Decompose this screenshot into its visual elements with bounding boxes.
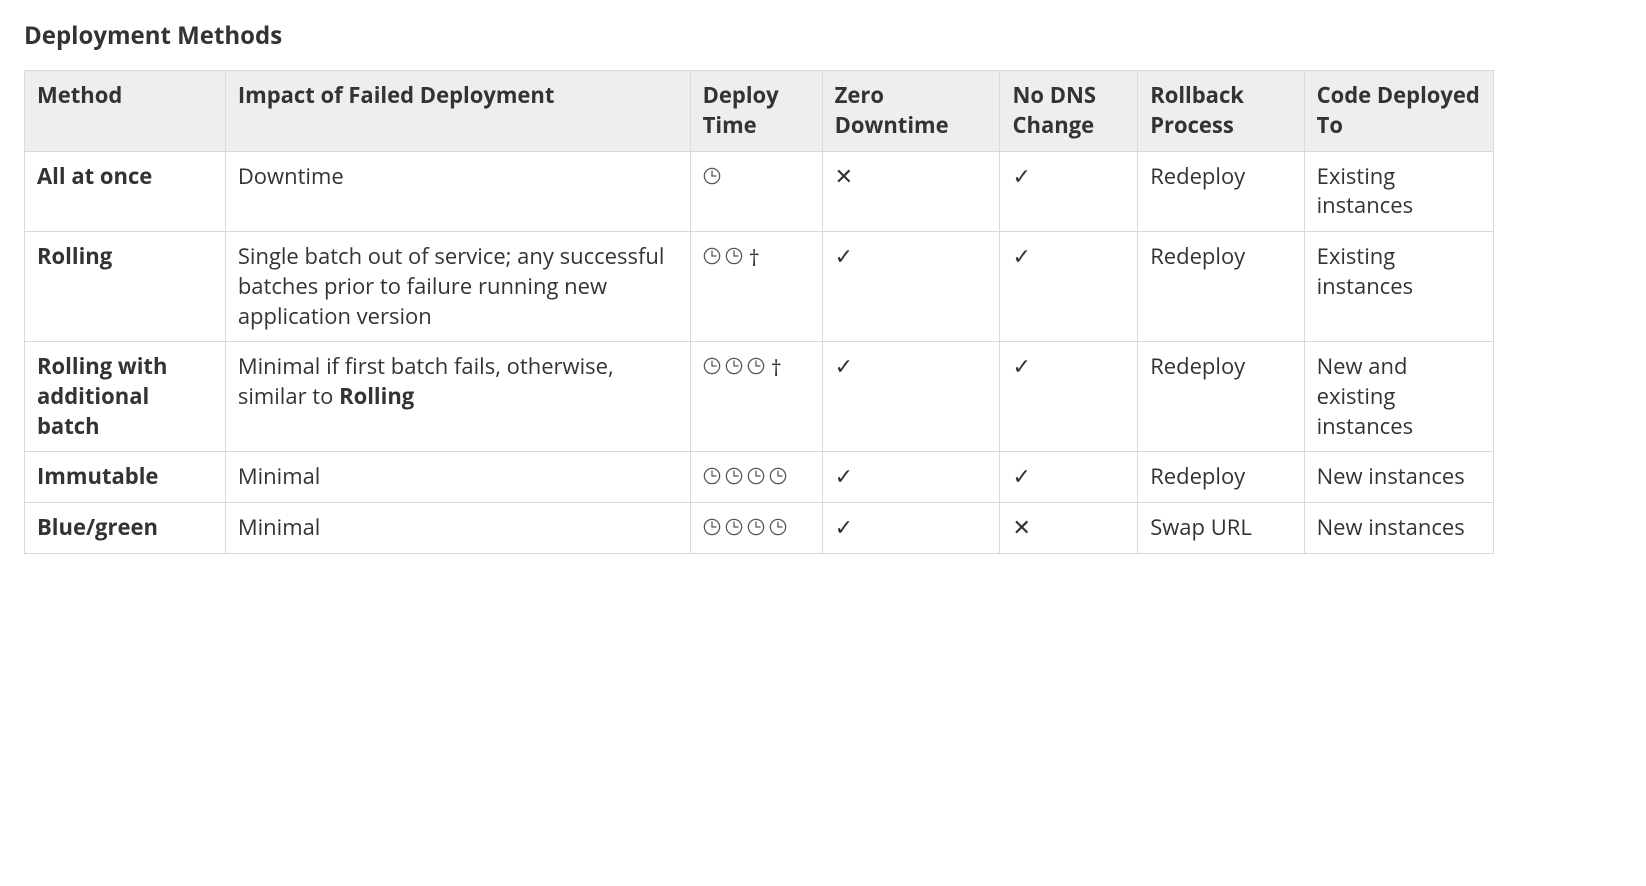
col-header-method: Method [25, 71, 226, 151]
col-header-no-dns-change: No DNS Change [1000, 71, 1138, 151]
clock-icon [703, 167, 721, 185]
cell-method: Rolling [25, 232, 226, 342]
cell-deploy-time: † [690, 232, 822, 342]
cell-no-dns-change: ✓ [1000, 342, 1138, 452]
table-row: ImmutableMinimal ✓ ✓ RedeployNew instances [25, 452, 1494, 503]
cell-zero-downtime: ✕ [822, 151, 1000, 231]
cell-no-dns-change: ✓ [1000, 452, 1138, 503]
cell-method: Immutable [25, 452, 226, 503]
check-icon: ✓ [1012, 461, 1030, 491]
x-icon: ✕ [1012, 512, 1030, 542]
check-icon: ✓ [1012, 241, 1030, 271]
col-header-impact: Impact of Failed Deployment [225, 71, 690, 151]
clock-icon [725, 247, 743, 265]
clock-icon [703, 467, 721, 485]
clock-icon [703, 357, 721, 375]
clock-icon [725, 357, 743, 375]
cell-rollback: Redeploy [1138, 151, 1304, 231]
check-icon: ✓ [835, 461, 853, 491]
col-header-zero-downtime: Zero Downtime [822, 71, 1000, 151]
cell-zero-downtime: ✓ [822, 232, 1000, 342]
cell-impact: Minimal [225, 502, 690, 553]
table-row: Blue/greenMinimal ✓ ✕ Swap URLNew instances [25, 502, 1494, 553]
table-row: Rolling with additional batchMinimal if … [25, 342, 1494, 452]
cell-no-dns-change: ✓ [1000, 232, 1138, 342]
check-icon: ✓ [835, 512, 853, 542]
cell-zero-downtime: ✓ [822, 502, 1000, 553]
table-row: All at onceDowntime ✕ ✓ RedeployExisting in… [25, 151, 1494, 231]
cell-method: All at once [25, 151, 226, 231]
deployment-methods-table: Method Impact of Failed Deployment Deplo… [24, 70, 1494, 553]
clock-icon [769, 467, 787, 485]
check-icon: ✓ [1012, 351, 1030, 381]
check-icon: ✓ [1012, 161, 1030, 191]
col-header-code-deployed: Code Deployed To [1304, 71, 1493, 151]
cell-no-dns-change: ✕ [1000, 502, 1138, 553]
col-header-rollback: Rollback Process [1138, 71, 1304, 151]
cell-code-deployed-to: New instances [1304, 452, 1493, 503]
dagger-icon: † [749, 247, 760, 269]
clock-icon [747, 357, 765, 375]
cell-zero-downtime: ✓ [822, 452, 1000, 503]
impact-bold: Rolling [339, 381, 414, 411]
check-icon: ✓ [835, 351, 853, 381]
cell-no-dns-change: ✓ [1000, 151, 1138, 231]
clock-icon [725, 467, 743, 485]
clock-icon [703, 518, 721, 536]
cell-rollback: Swap URL [1138, 502, 1304, 553]
cell-method: Rolling with additional batch [25, 342, 226, 452]
cell-rollback: Redeploy [1138, 452, 1304, 503]
table-header-row: Method Impact of Failed Deployment Deplo… [25, 71, 1494, 151]
cell-code-deployed-to: Existing instances [1304, 151, 1493, 231]
cell-code-deployed-to: New instances [1304, 502, 1493, 553]
clock-icon [769, 518, 787, 536]
dagger-icon: † [771, 357, 782, 379]
col-header-deploy-time: Deploy Time [690, 71, 822, 151]
cell-impact: Single batch out of service; any success… [225, 232, 690, 342]
x-icon: ✕ [835, 161, 853, 191]
clock-icon [747, 467, 765, 485]
cell-rollback: Redeploy [1138, 232, 1304, 342]
cell-deploy-time [690, 502, 822, 553]
cell-impact: Minimal [225, 452, 690, 503]
check-icon: ✓ [835, 241, 853, 271]
cell-zero-downtime: ✓ [822, 342, 1000, 452]
cell-impact: Downtime [225, 151, 690, 231]
cell-code-deployed-to: New and existing instances [1304, 342, 1493, 452]
cell-deploy-time: † [690, 342, 822, 452]
cell-code-deployed-to: Existing instances [1304, 232, 1493, 342]
cell-deploy-time [690, 151, 822, 231]
clock-icon [725, 518, 743, 536]
cell-rollback: Redeploy [1138, 342, 1304, 452]
clock-icon [703, 247, 721, 265]
cell-method: Blue/green [25, 502, 226, 553]
table-row: RollingSingle batch out of service; any … [25, 232, 1494, 342]
cell-impact: Minimal if first batch fails, otherwise,… [225, 342, 690, 452]
page-title: Deployment Methods [24, 20, 1622, 52]
clock-icon [747, 518, 765, 536]
cell-deploy-time [690, 452, 822, 503]
